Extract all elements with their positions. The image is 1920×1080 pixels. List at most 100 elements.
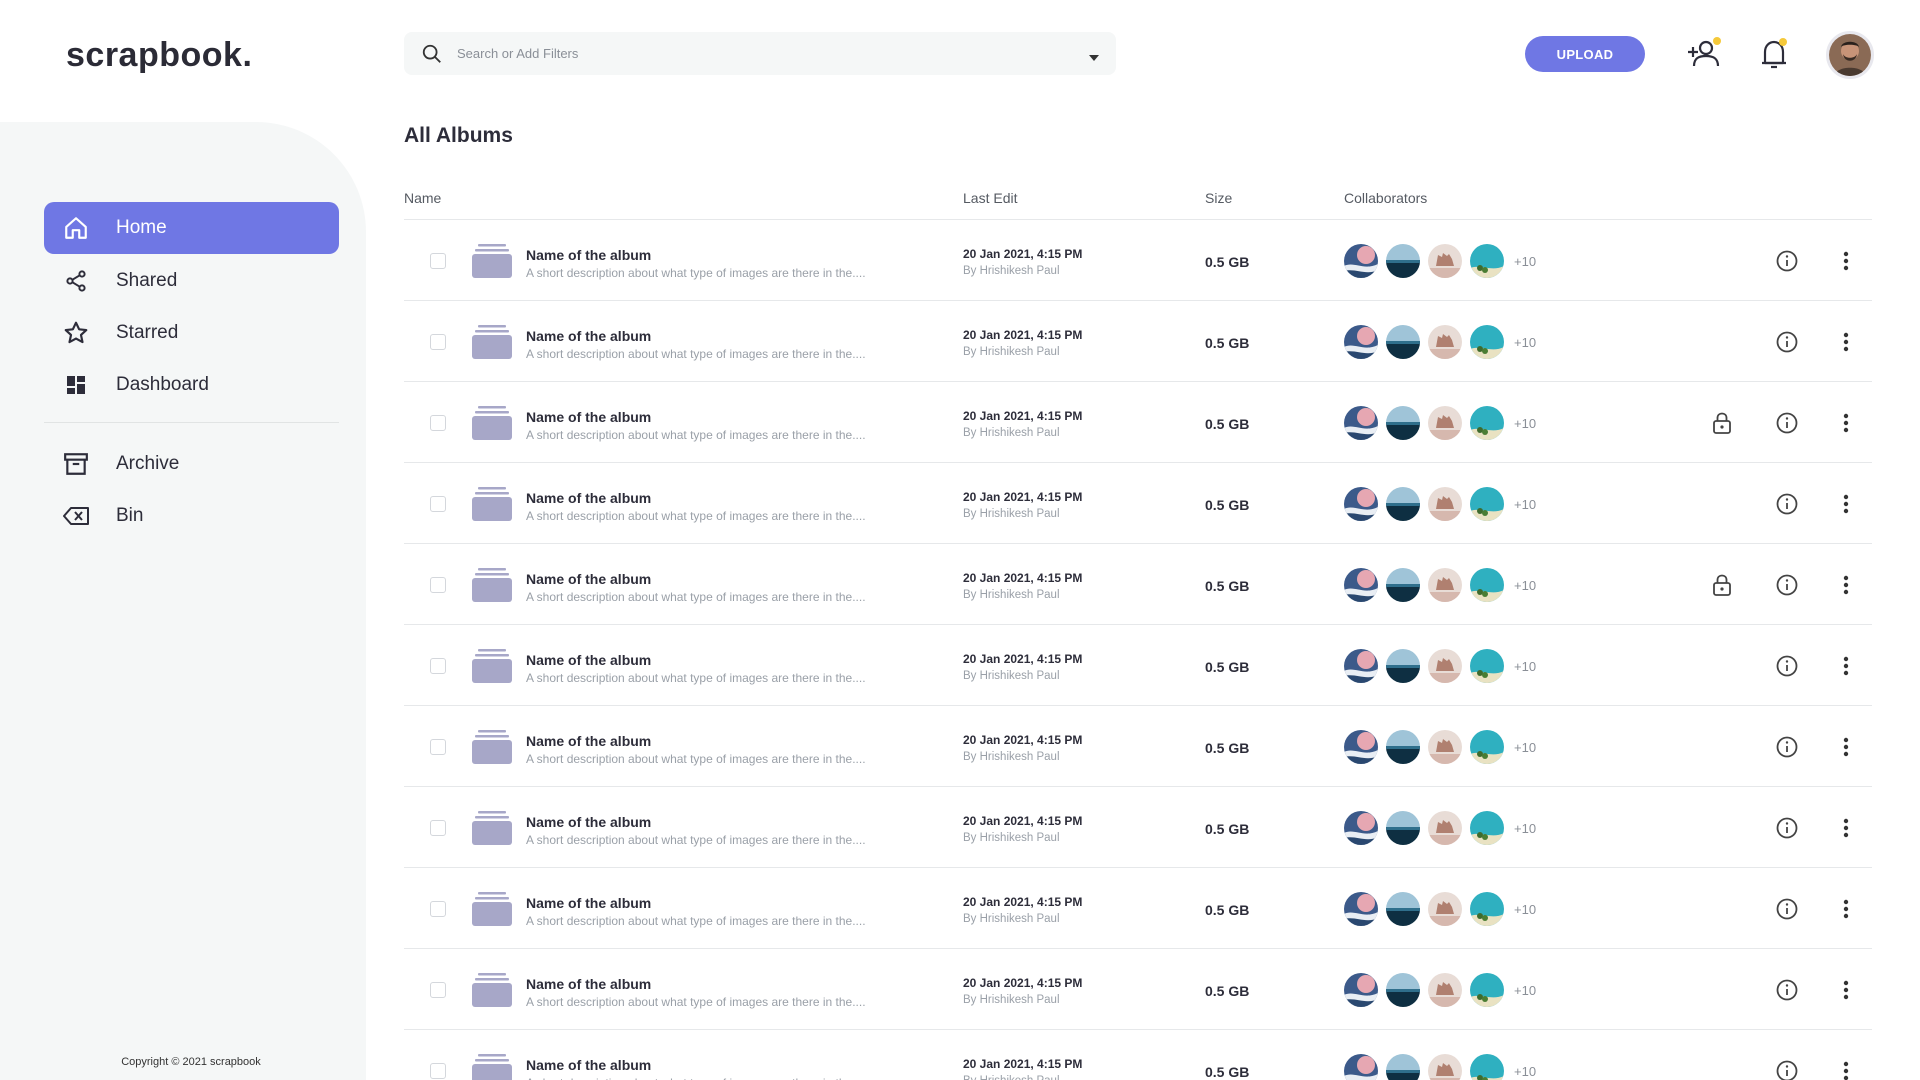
sidebar-item-shared[interactable]: Shared	[44, 255, 339, 307]
upload-button[interactable]: UPLOAD	[1525, 36, 1645, 72]
more-options-icon[interactable]	[1834, 897, 1858, 921]
more-options-icon[interactable]	[1834, 1059, 1858, 1080]
lock-icon	[1711, 411, 1733, 435]
chevron-down-icon[interactable]	[1088, 49, 1100, 67]
collaborator-avatars[interactable]: +10	[1344, 730, 1536, 764]
row-checkbox[interactable]	[430, 577, 446, 593]
row-checkbox[interactable]	[430, 334, 446, 350]
row-checkbox[interactable]	[430, 739, 446, 755]
album-name[interactable]: Name of the album	[526, 733, 651, 749]
more-options-icon[interactable]	[1834, 492, 1858, 516]
collaborator-avatars[interactable]: +10	[1344, 892, 1536, 926]
info-icon[interactable]	[1775, 1059, 1799, 1080]
album-name[interactable]: Name of the album	[526, 328, 651, 344]
sidebar-item-archive[interactable]: Archive	[44, 438, 339, 490]
sidebar-item-home[interactable]: Home	[44, 202, 339, 254]
collaborator-avatars[interactable]: +10	[1344, 649, 1536, 683]
album-name[interactable]: Name of the album	[526, 814, 651, 830]
row-checkbox[interactable]	[430, 901, 446, 917]
collaborator-avatars[interactable]: +10	[1344, 487, 1536, 521]
collaborator-avatar	[1386, 892, 1420, 926]
album-name[interactable]: Name of the album	[526, 490, 651, 506]
column-header-last-edit[interactable]: Last Edit	[963, 190, 1017, 206]
info-icon[interactable]	[1775, 897, 1799, 921]
bell-icon[interactable]	[1756, 36, 1794, 72]
table-row[interactable]: Name of the album A short description ab…	[404, 382, 1872, 463]
last-edit-author: By Hrishikesh Paul	[963, 832, 1060, 844]
more-options-icon[interactable]	[1834, 978, 1858, 1002]
collaborator-avatars[interactable]: +10	[1344, 1054, 1536, 1080]
table-row[interactable]: Name of the album A short description ab…	[404, 301, 1872, 382]
album-size: 0.5 GB	[1205, 254, 1250, 270]
last-edit-author: By Hrishikesh Paul	[963, 589, 1060, 601]
more-collaborators-count: +10	[1514, 253, 1537, 269]
collaborator-avatars[interactable]: +10	[1344, 568, 1536, 602]
table-row[interactable]: Name of the album A short description ab…	[404, 220, 1872, 301]
collaborator-avatar	[1470, 568, 1504, 602]
album-name[interactable]: Name of the album	[526, 571, 651, 587]
table-row[interactable]: Name of the album A short description ab…	[404, 463, 1872, 544]
table-header: Name Last Edit Size Collaborators	[404, 186, 1872, 220]
info-icon[interactable]	[1775, 573, 1799, 597]
collaborator-avatars[interactable]: +10	[1344, 973, 1536, 1007]
info-icon[interactable]	[1775, 492, 1799, 516]
more-options-icon[interactable]	[1834, 816, 1858, 840]
collaborator-avatar	[1386, 406, 1420, 440]
table-row[interactable]: Name of the album A short description ab…	[404, 706, 1872, 787]
more-options-icon[interactable]	[1834, 411, 1858, 435]
sidebar-item-starred[interactable]: Starred	[44, 307, 339, 359]
add-user-icon[interactable]	[1686, 36, 1724, 72]
more-options-icon[interactable]	[1834, 330, 1858, 354]
app-logo[interactable]: scrapbook.	[66, 36, 252, 75]
collaborator-avatars[interactable]: +10	[1344, 325, 1536, 359]
more-options-icon[interactable]	[1834, 249, 1858, 273]
album-name[interactable]: Name of the album	[526, 895, 651, 911]
collaborator-avatar	[1470, 487, 1504, 521]
album-name[interactable]: Name of the album	[526, 1057, 651, 1073]
more-options-icon[interactable]	[1834, 735, 1858, 759]
table-row[interactable]: Name of the album A short description ab…	[404, 544, 1872, 625]
last-edit-author: By Hrishikesh Paul	[963, 508, 1060, 520]
album-name[interactable]: Name of the album	[526, 409, 651, 425]
info-icon[interactable]	[1775, 411, 1799, 435]
table-row[interactable]: Name of the album A short description ab…	[404, 1030, 1872, 1080]
info-icon[interactable]	[1775, 735, 1799, 759]
row-checkbox[interactable]	[430, 1063, 446, 1079]
collaborator-avatars[interactable]: +10	[1344, 244, 1536, 278]
sidebar-item-bin[interactable]: Bin	[44, 490, 339, 542]
column-header-collaborators[interactable]: Collaborators	[1344, 190, 1427, 206]
row-checkbox[interactable]	[430, 496, 446, 512]
table-row[interactable]: Name of the album A short description ab…	[404, 625, 1872, 706]
search-input[interactable]	[457, 46, 1057, 61]
row-checkbox[interactable]	[430, 415, 446, 431]
collaborator-avatar	[1344, 1054, 1378, 1080]
column-header-name[interactable]: Name	[404, 190, 441, 206]
table-row[interactable]: Name of the album A short description ab…	[404, 949, 1872, 1030]
album-name[interactable]: Name of the album	[526, 247, 651, 263]
collaborator-avatars[interactable]: +10	[1344, 811, 1536, 845]
more-collaborators-count: +10	[1514, 739, 1537, 755]
row-checkbox[interactable]	[430, 658, 446, 674]
row-checkbox[interactable]	[430, 820, 446, 836]
table-row[interactable]: Name of the album A short description ab…	[404, 787, 1872, 868]
album-name[interactable]: Name of the album	[526, 652, 651, 668]
collaborator-avatars[interactable]: +10	[1344, 406, 1536, 440]
row-checkbox[interactable]	[430, 253, 446, 269]
collaborator-avatar	[1386, 649, 1420, 683]
info-icon[interactable]	[1775, 330, 1799, 354]
row-checkbox[interactable]	[430, 982, 446, 998]
sidebar-item-dashboard[interactable]: Dashboard	[44, 359, 339, 411]
star-icon	[62, 319, 90, 347]
info-icon[interactable]	[1775, 978, 1799, 1002]
search-bar[interactable]	[404, 32, 1116, 75]
album-name[interactable]: Name of the album	[526, 976, 651, 992]
more-options-icon[interactable]	[1834, 654, 1858, 678]
more-options-icon[interactable]	[1834, 573, 1858, 597]
user-avatar[interactable]	[1826, 31, 1874, 79]
info-icon[interactable]	[1775, 654, 1799, 678]
info-icon[interactable]	[1775, 816, 1799, 840]
column-header-size[interactable]: Size	[1205, 190, 1232, 206]
album-description: A short description about what type of i…	[526, 266, 866, 280]
table-row[interactable]: Name of the album A short description ab…	[404, 868, 1872, 949]
info-icon[interactable]	[1775, 249, 1799, 273]
